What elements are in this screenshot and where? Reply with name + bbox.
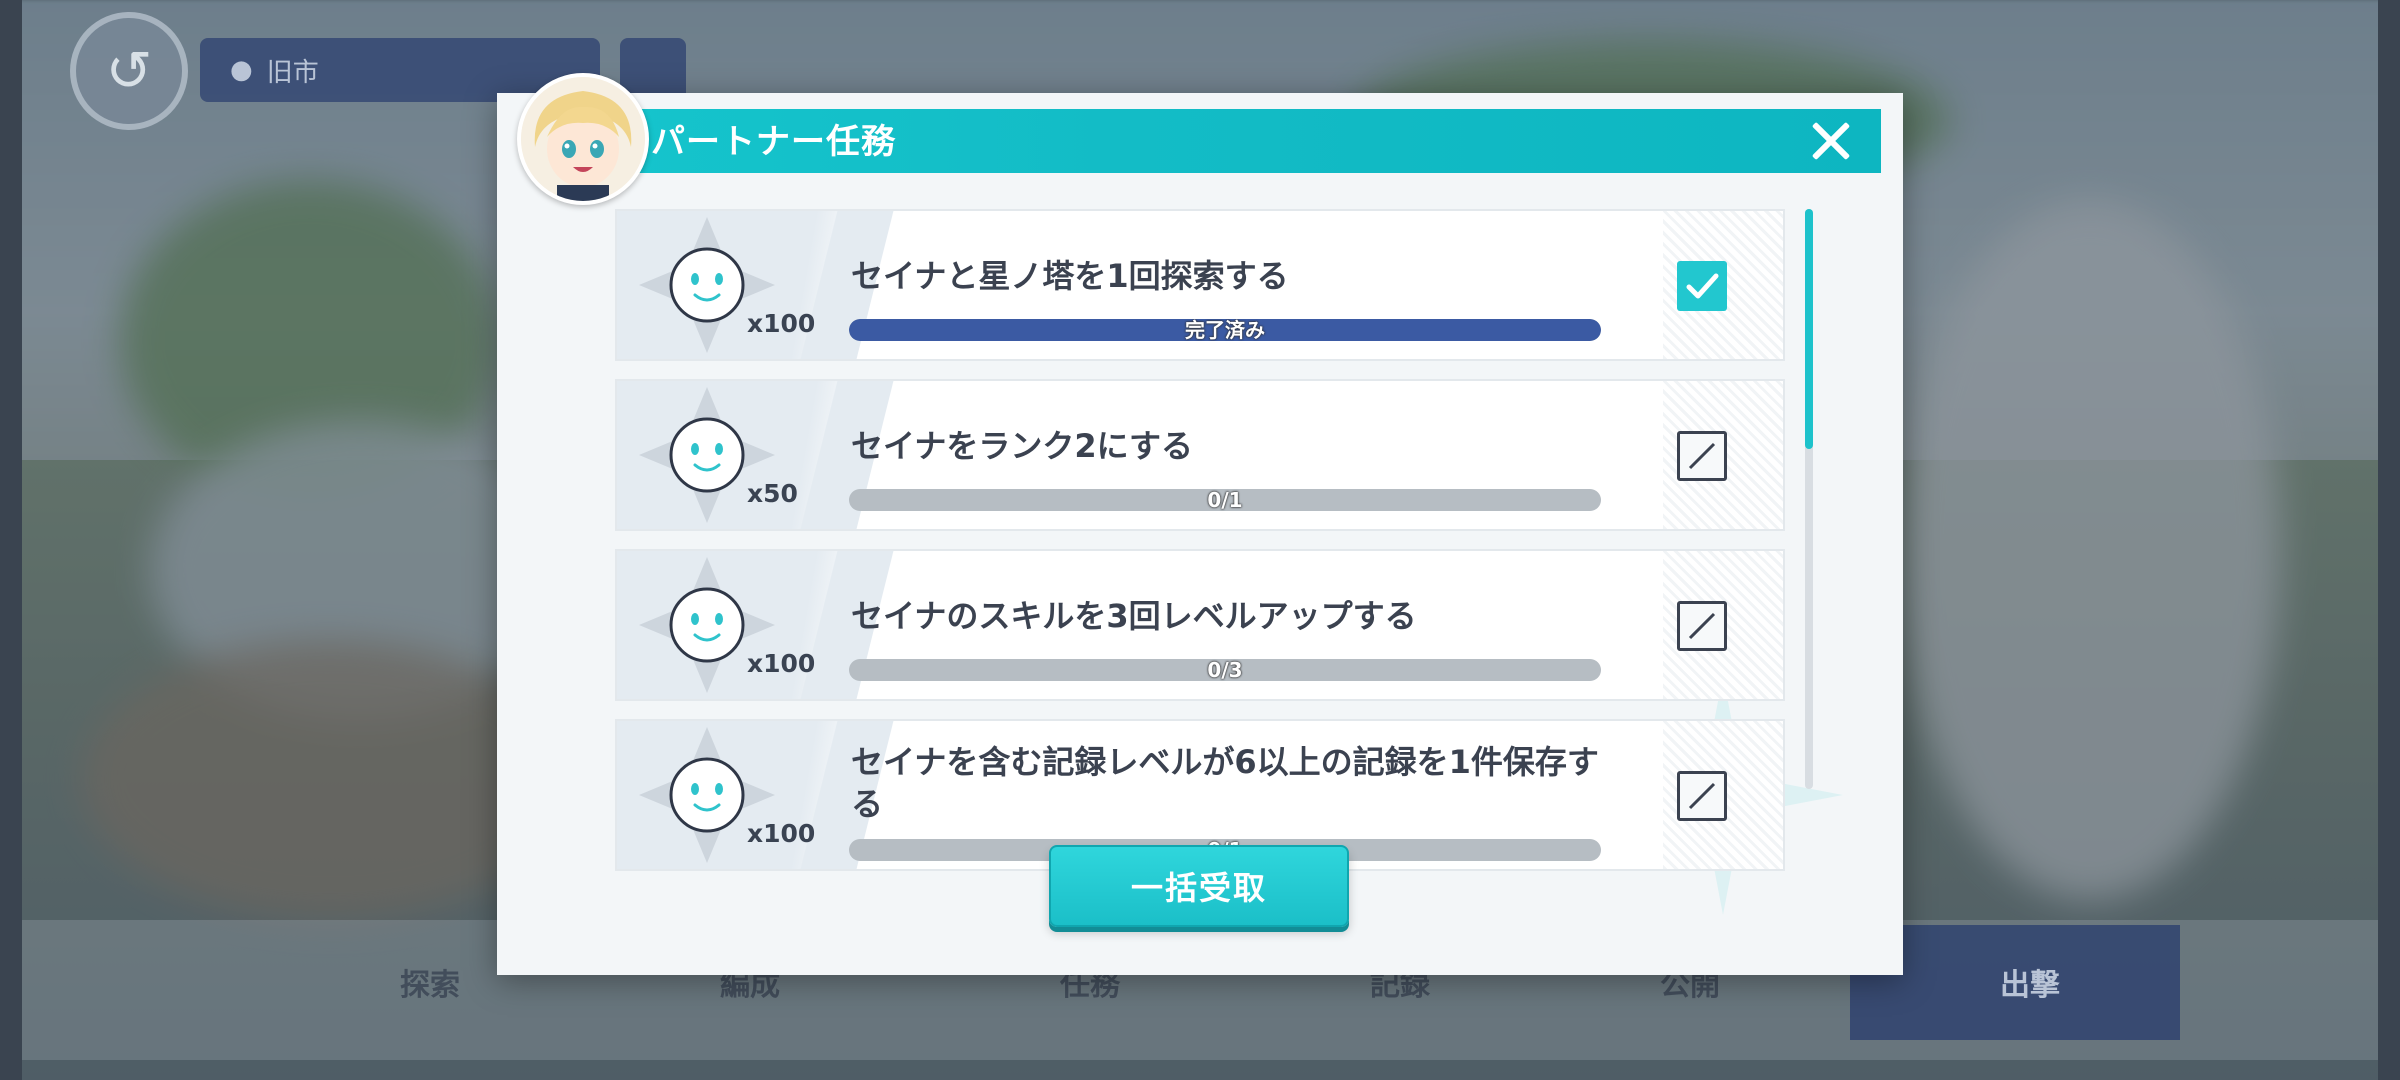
list-scrollbar[interactable] (1805, 209, 1813, 789)
progress-bar: 0/3 (849, 659, 1601, 681)
mission-title: セイナと星ノ塔を1回探索する (851, 257, 1289, 295)
incomplete-checkbox[interactable] (1677, 601, 1727, 651)
right-edge (2378, 0, 2400, 1080)
mission-item: x50 セイナをランク2にする 0/1 (615, 379, 1785, 531)
dialog-title: パートナー任務 (651, 122, 896, 162)
back-button[interactable]: ↺ (70, 12, 188, 130)
pin-icon: ● (230, 55, 253, 85)
mission-title: セイナのスキルを3回レベルアップする (851, 597, 1417, 635)
mission-item: x100 セイナのスキルを3回レベルアップする 0/3 (615, 549, 1785, 701)
slash-icon (1688, 442, 1716, 470)
left-edge (0, 0, 22, 1080)
completed-checkbox[interactable] (1677, 261, 1727, 311)
reward-count: x50 (747, 479, 798, 508)
mission-title: セイナを含む記録レベルが6以上の記録を1件保存する (851, 743, 1599, 823)
reward-count: x100 (747, 309, 816, 338)
claim-all-button[interactable]: 一括受取 (1049, 845, 1349, 927)
progress-bar: 完了済み (849, 319, 1601, 341)
girl-portrait-icon (521, 77, 645, 201)
progress-bar: 0/1 (849, 489, 1601, 511)
location-label: 旧市 (266, 57, 319, 88)
close-icon[interactable] (1803, 113, 1859, 169)
incomplete-checkbox[interactable] (1677, 431, 1727, 481)
progress-label: 完了済み (1185, 319, 1265, 341)
partner-avatar (517, 73, 649, 205)
mission-list[interactable]: x100 セイナと星ノ塔を1回探索する 完了済み x50 セイナをランク2にする… (615, 209, 1785, 901)
progress-label: 0/3 (1207, 659, 1243, 681)
nav-item-sortie[interactable]: 出撃 (2000, 960, 2060, 1004)
slash-icon (1688, 782, 1716, 810)
slash-icon (1688, 612, 1716, 640)
incomplete-checkbox[interactable] (1677, 771, 1727, 821)
mission-title: セイナをランク2にする (851, 427, 1193, 465)
reward-count: x100 (747, 819, 816, 848)
scrollbar-thumb[interactable] (1805, 209, 1813, 449)
mission-item: x100 セイナと星ノ塔を1回探索する 完了済み (615, 209, 1785, 361)
progress-label: 0/1 (1207, 489, 1243, 511)
check-icon (1686, 273, 1719, 299)
partner-mission-dialog: パートナー任務 x100 セイナと星ノ塔を1回探索する 完了済み x50 セイナ… (497, 73, 1903, 975)
back-arrow-icon: ↺ (105, 38, 153, 104)
reward-count: x100 (747, 649, 816, 678)
nav-item-explore[interactable]: 探索 (400, 960, 460, 1004)
